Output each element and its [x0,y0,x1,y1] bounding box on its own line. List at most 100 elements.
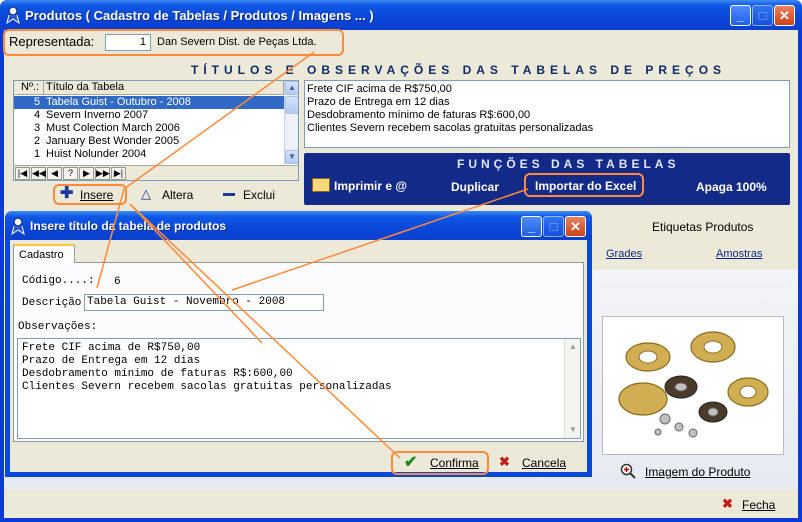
maximize-button[interactable]: □ [752,5,773,26]
delete-all-button[interactable]: Apaga 100% [696,180,767,194]
table-row[interactable]: 2 January Best Wonder 2005 [14,135,284,148]
code-label: Código....: [22,275,95,287]
confirm-button[interactable]: ✔ Confirma [404,454,486,471]
functions-header: FUNÇÕES DAS TABELAS [457,157,680,171]
confirm-label: Confirma [430,456,479,470]
table-row[interactable]: 5 Tabela Guist - Outubro - 2008 [14,96,284,109]
close-label: Fecha [742,498,776,512]
delete-button[interactable]: Exclui [223,187,283,203]
nav-last-button[interactable]: ▶| [111,167,126,180]
delete-label: Exclui [243,188,276,202]
close-window-button[interactable]: ✕ [774,5,795,26]
table-row[interactable]: 1 Huist Nolunder 2004 [14,148,284,161]
tab-cadastro-label: Cadastro [19,249,64,261]
grades-tab[interactable]: Grades [606,248,642,260]
column-header-num[interactable]: Nº.: [14,81,44,95]
close-button[interactable]: ✖ Fecha [722,496,782,513]
scroll-up-button[interactable]: ▲ [285,81,298,95]
maximize-icon: □ [758,8,767,23]
dialog-close-button[interactable]: ✕ [565,216,586,237]
maximize-icon: □ [549,219,558,234]
edit-button[interactable]: △ Altera [141,187,201,203]
observations-label: Observações: [18,321,98,333]
print-icon [312,178,330,192]
row-title: Huist Nolunder 2004 [46,148,147,160]
product-photo [602,316,784,455]
titulos-header-text: TÍTULOS E OBSERVAÇÕES DAS TABELAS DE PRE… [191,63,727,77]
cancel-button[interactable]: ✖ Cancela [499,454,579,471]
observation-line: Prazo de Entrega em 12 dias [307,96,450,108]
row-num: 4 [34,109,41,121]
representada-code-field[interactable]: 1 [105,34,151,51]
code-value: 6 [114,276,121,288]
labels-tab[interactable]: Etiquetas Produtos [652,220,753,234]
row-num: 1 [34,148,41,160]
tables-list-scrollbar[interactable]: ▲ ▼ [284,81,298,164]
row-num: 2 [34,135,41,147]
row-title: January Best Wonder 2005 [46,135,180,147]
bearings-image [618,331,769,438]
edit-label: Altera [162,188,194,202]
scroll-up-button[interactable]: ▲ [566,340,580,354]
dialog-titlebar[interactable]: Insere título da tabela de produtos _ □ … [5,211,592,240]
tables-list[interactable]: Nº.: Título da Tabela 5 Tabela Guist - O… [13,80,299,181]
product-image-button[interactable]: Imagem do Produto [620,463,790,481]
print-email-label: Imprimir e @ [334,179,408,193]
duplicate-button[interactable]: Duplicar [451,180,499,194]
nav-next-button[interactable]: ▶ [79,167,94,180]
plus-icon: ✚ [60,185,74,202]
tab-cadastro[interactable]: Cadastro [13,244,75,263]
cancel-label: Cancela [522,456,567,470]
app-icon [5,6,21,25]
dialog-title: Insere título da tabela de produtos [30,219,227,233]
observation-line: Clientes Severn recebem sacolas gratuita… [22,381,392,393]
scroll-down-button[interactable]: ▼ [566,423,580,437]
nav-first-button[interactable]: |◀ [15,167,30,180]
nav-prior-button[interactable]: ◀ [47,167,62,180]
print-email-button[interactable]: Imprimir e @ [312,178,407,193]
row-title: Tabela Guist - Outubro - 2008 [46,96,191,108]
dialog-maximize-button[interactable]: □ [543,216,564,237]
row-num: 5 [34,96,41,108]
observations-textarea[interactable]: Frete CIF acima de R$750,00 Prazo de Ent… [17,338,581,439]
dialog-minimize-button[interactable]: _ [521,216,542,237]
minimize-button[interactable]: _ [730,5,751,26]
description-input[interactable]: Tabela Guist - Novembro - 2008 [84,294,324,311]
x-icon: ✖ [499,454,510,469]
insert-label: Insere [80,188,114,202]
row-num: 3 [34,122,41,134]
table-row[interactable]: 4 Severn Inverno 2007 [14,109,284,122]
textarea-scrollbar[interactable]: ▲ ▼ [564,339,580,438]
observation-line: Desdobramento mínimo de faturas R$:600,0… [22,368,293,380]
zoom-in-icon [620,463,636,479]
nav-prior-page-button[interactable]: ◀◀ [31,167,46,180]
product-image-label: Imagem do Produto [645,465,751,479]
observation-line: Clientes Severn recebem sacolas gratuita… [307,122,594,134]
samples-tab[interactable]: Amostras [716,248,762,260]
import-excel-button[interactable]: Importar do Excel [535,179,636,193]
row-title: Must Colection March 2006 [46,122,180,134]
observations-box[interactable]: Frete CIF acima de R$750,00 Prazo de Ent… [304,80,790,148]
main-window-title: Produtos ( Cadastro de Tabelas / Produto… [25,8,374,23]
scroll-down-button[interactable]: ▼ [285,150,298,164]
table-row[interactable]: 3 Must Colection March 2006 [14,122,284,135]
dialog-app-icon [10,217,26,236]
side-tabs-panel [598,210,794,270]
insert-button[interactable]: ✚ Insere [60,185,124,203]
observation-line: Frete CIF acima de R$750,00 [307,83,452,95]
nav-search-button[interactable]: ? [63,167,78,180]
close-icon: ✕ [570,219,581,234]
scroll-thumb[interactable] [285,96,298,114]
record-navigator: |◀ ◀◀ ◀ ? ▶ ▶▶ ▶| [14,165,298,180]
checkmark-icon: ✔ [404,454,418,471]
description-label: Descrição: [22,297,89,309]
row-title: Severn Inverno 2007 [46,109,149,121]
main-titlebar[interactable]: Produtos ( Cadastro de Tabelas / Produto… [0,0,802,30]
triangle-icon: △ [141,186,151,201]
x-icon: ✖ [722,496,733,511]
column-header-title[interactable]: Título da Tabela [44,81,284,95]
observation-line: Desdobramento mínimo de faturas R$:600,0… [307,109,531,121]
nav-next-page-button[interactable]: ▶▶ [95,167,110,180]
representada-label: Representada: [9,34,95,49]
functions-panel: FUNÇÕES DAS TABELAS Imprimir e @ Duplica… [304,153,790,205]
